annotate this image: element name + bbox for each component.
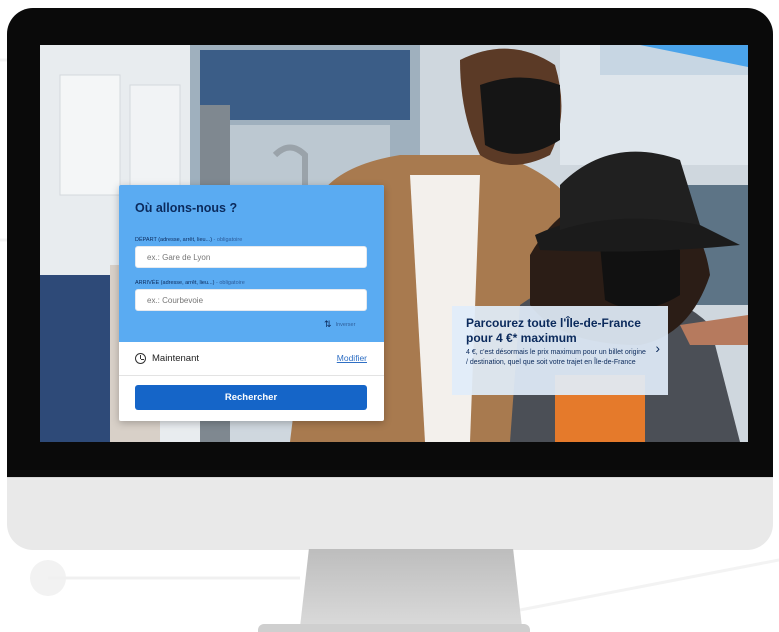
departure-label-text: DÉPART (adresse, arrêt, lieu...) [135,237,213,243]
modify-time-link[interactable]: Modifier [337,353,367,363]
departure-required-text: - obligatoire [212,237,243,243]
departure-input[interactable] [136,247,366,268]
swap-label: Inverser [335,321,356,328]
monitor-chin-line [7,477,773,478]
arrival-label: ARRIVÉE (adresse, arrêt, lieu...) - obli… [135,280,245,286]
clock-icon [135,352,146,364]
search-button[interactable]: Rechercher [135,385,367,410]
monitor-stand-base [258,624,530,632]
page: Où allons-nous ? DÉPART (adresse, arrêt,… [0,0,779,632]
swap-arrows-icon: ⇅ [324,319,332,329]
monitor-stand [300,549,522,627]
arrival-field[interactable] [135,289,367,311]
arrival-input[interactable] [136,290,366,311]
time-label: Maintenant [152,352,200,364]
chevron-right-icon[interactable]: › [655,340,660,356]
search-title: Où allons-nous ? [135,201,238,215]
journey-search-card: Où allons-nous ? DÉPART (adresse, arrêt,… [119,185,384,421]
swap-button[interactable]: ⇅ Inverser [324,320,355,329]
arrival-label-text: ARRIVÉE (adresse, arrêt, lieu...) [135,280,215,286]
promo-text: 4 €, c'est désormais le prix maximum pou… [466,349,646,366]
promo-card[interactable]: Parcourez toute l'Île-de-France pour 4 €… [452,306,668,395]
card-divider [119,375,384,376]
promo-title: Parcourez toute l'Île-de-France pour 4 €… [466,316,641,345]
departure-label: DÉPART (adresse, arrêt, lieu...) - oblig… [135,237,242,243]
screen: Où allons-nous ? DÉPART (adresse, arrêt,… [40,45,748,442]
departure-field[interactable] [135,246,367,268]
arrival-required-text: - obligatoire [214,280,245,286]
departure-time-row: Maintenant Modifier [135,350,367,366]
